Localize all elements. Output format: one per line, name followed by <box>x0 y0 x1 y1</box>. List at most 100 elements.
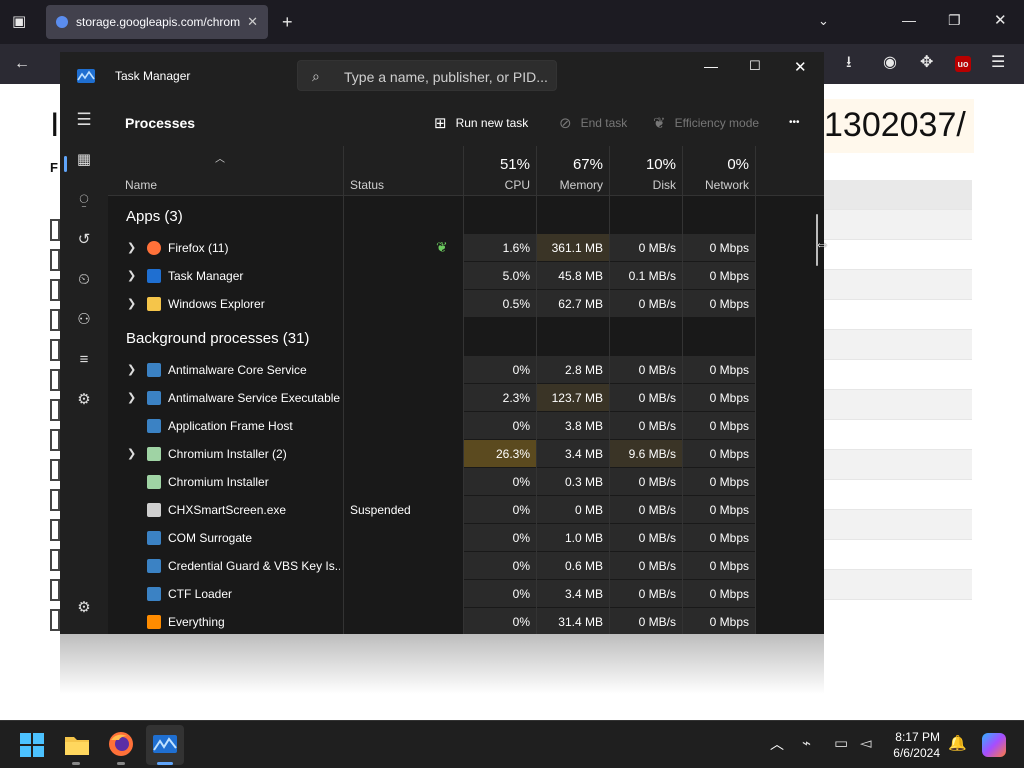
start-button[interactable] <box>20 733 44 757</box>
firefox-taskbar-icon[interactable] <box>108 731 134 757</box>
process-network: 0 Mbps <box>709 615 749 629</box>
ublock-icon[interactable]: uo <box>955 56 971 72</box>
cpu-percent: 51% <box>499 156 530 173</box>
disk-percent: 10% <box>645 156 676 173</box>
task-manager-titlebar[interactable]: Task Manager ⌕ Type a name, publisher, o… <box>60 52 824 98</box>
process-row[interactable]: Application Frame Host 0% 3.8 MB 0 MB/s 0 Mb… <box>108 412 816 440</box>
process-row[interactable]: Chromium Installer 0% 0.3 MB 0 MB/s 0 Mbps <box>108 468 816 496</box>
new-tab-button[interactable]: + <box>282 13 293 31</box>
page-file-icons <box>50 219 60 639</box>
users-nav-icon[interactable]: ⚇ <box>74 310 94 330</box>
page-heading-start: I <box>50 106 60 144</box>
column-memory[interactable]: Memory <box>537 178 603 192</box>
firefox-icon <box>147 241 161 255</box>
display-icon[interactable]: ▭ <box>834 731 848 757</box>
search-icon: ⌕ <box>312 68 320 84</box>
column-headers: ︿ Name Status 51% CPU 67% Memory 10% Dis… <box>108 146 824 196</box>
process-row[interactable]: CHXSmartScreen.exe Suspended 0% 0 MB 0 MB/s 0… <box>108 496 816 524</box>
process-name: Task Manager <box>168 269 244 283</box>
system-clock[interactable]: 8:17 PM 6/6/2024 <box>893 729 940 761</box>
search-input[interactable]: Type a name, publisher, or PID... <box>344 69 548 85</box>
process-row[interactable]: ❯ Task Manager 5.0% 45.8 MB 0.1 MB/s 0 Mbps <box>108 262 816 290</box>
process-disk: 0 MB/s <box>638 503 676 517</box>
column-network[interactable]: Network <box>683 178 749 192</box>
service-icon <box>147 419 161 433</box>
app-history-nav-icon[interactable]: ↺ <box>74 230 94 250</box>
tab-list-icon[interactable]: ▣ <box>12 14 26 29</box>
tab-close-icon[interactable]: ✕ <box>247 14 258 30</box>
app-menu-icon[interactable]: ☰ <box>991 55 1005 71</box>
extensions-icon[interactable]: ✥ <box>920 55 933 71</box>
minimize-button[interactable]: — <box>704 58 718 74</box>
close-button[interactable]: ✕ <box>794 58 807 76</box>
process-memory: 361.1 MB <box>551 241 603 255</box>
column-status[interactable]: Status <box>350 178 384 192</box>
page-heading: 1302037/ <box>824 106 966 144</box>
expand-chevron-icon[interactable]: ❯ <box>127 269 136 282</box>
process-network: 0 Mbps <box>709 269 749 283</box>
process-disk: 0.1 MB/s <box>628 269 676 283</box>
installer-icon <box>147 447 161 461</box>
process-row[interactable]: ❯ Chromium Installer (2) 26.3% 3.4 MB 9.6 MB… <box>108 440 816 468</box>
process-disk: 0 MB/s <box>638 297 676 311</box>
show-hidden-icons-chevron-icon[interactable]: ︿ <box>770 731 784 757</box>
network-disconnected-icon[interactable]: ⌁ <box>802 731 811 757</box>
network-percent: 0% <box>727 156 749 173</box>
process-row[interactable]: ❯ Windows Explorer 0.5% 62.7 MB 0 MB/s 0 Mbps <box>108 290 816 318</box>
process-memory: 1.0 MB <box>564 531 603 545</box>
column-cpu[interactable]: CPU <box>464 178 530 192</box>
process-row[interactable]: CTF Loader 0% 3.4 MB 0 MB/s 0 Mbps <box>108 580 816 608</box>
task-manager-app-icon <box>77 69 95 83</box>
services-nav-icon[interactable]: ⚙ <box>74 390 94 410</box>
expand-chevron-icon[interactable]: ❯ <box>127 241 136 254</box>
process-row[interactable]: ❯ Antimalware Service Executable 2.3% 123.7… <box>108 384 816 412</box>
file-explorer-taskbar-icon[interactable] <box>64 732 90 756</box>
expand-chevron-icon[interactable]: ❯ <box>127 297 136 310</box>
process-network: 0 Mbps <box>709 475 749 489</box>
expand-chevron-icon[interactable]: ❯ <box>127 363 136 376</box>
task-manager-taskbar-button[interactable] <box>146 725 184 765</box>
end-task-button[interactable]: ⊘ End task <box>559 114 627 132</box>
expand-chevron-icon[interactable]: ❯ <box>127 391 136 404</box>
notifications-bell-icon[interactable]: 🔔 <box>948 731 967 757</box>
processes-nav-icon[interactable]: ▦ <box>74 150 94 170</box>
details-nav-icon[interactable]: ≡ <box>74 350 94 370</box>
copilot-icon[interactable] <box>982 733 1006 757</box>
browser-restore-icon[interactable]: ❐ <box>948 13 961 27</box>
column-disk[interactable]: Disk <box>610 178 676 192</box>
back-arrow-icon[interactable]: ← <box>14 56 30 72</box>
process-network: 0 Mbps <box>709 241 749 255</box>
active-nav-indicator <box>64 156 67 172</box>
process-row[interactable]: ❯ Firefox (11) 1.6% 361.1 MB 0 MB/s 0 Mbps ❦ <box>108 234 816 262</box>
browser-close-icon[interactable]: ✕ <box>994 13 1007 28</box>
downloads-icon[interactable]: ⭳ <box>846 55 852 71</box>
memory-percent: 67% <box>572 156 603 173</box>
maximize-button[interactable]: ☐ <box>749 58 761 74</box>
startup-apps-nav-icon[interactable]: ⏲ <box>74 270 94 290</box>
tab-overflow-chevron-icon[interactable]: ⌄ <box>818 14 829 27</box>
run-new-task-button[interactable]: ⊞ Run new task <box>434 114 528 132</box>
volume-muted-icon[interactable]: ◅ <box>860 731 872 757</box>
efficiency-mode-button[interactable]: ❦ Efficiency mode <box>653 114 759 132</box>
process-row[interactable]: ❯ Antimalware Core Service 0% 2.8 MB 0 MB/s 0… <box>108 356 816 384</box>
process-row[interactable]: Credential Guard & VBS Key Is... 0% 0.6 MB… <box>108 552 816 580</box>
search-box[interactable]: ⌕ Type a name, publisher, or PID... <box>297 60 557 91</box>
efficiency-leaf-icon: ❦ <box>436 239 448 255</box>
process-memory: 3.4 MB <box>564 447 603 461</box>
account-icon[interactable]: ◉ <box>883 55 897 71</box>
hamburger-menu-icon[interactable]: ☰ <box>74 110 94 130</box>
browser-tab[interactable]: storage.googleapis.com/chrom ✕ <box>46 5 268 39</box>
expand-chevron-icon[interactable]: ❯ <box>127 447 136 460</box>
running-indicator <box>117 762 125 765</box>
process-row[interactable]: COM Surrogate 0% 1.0 MB 0 MB/s 0 Mbps <box>108 524 816 552</box>
page-label: F <box>50 160 58 175</box>
process-network: 0 Mbps <box>709 503 749 517</box>
settings-icon[interactable]: ⚙ <box>74 598 94 618</box>
more-options-button[interactable]: ••• <box>789 117 800 128</box>
column-name[interactable]: Name <box>125 178 157 192</box>
process-row[interactable]: Everything 0% 31.4 MB 0 MB/s 0 Mbps <box>108 608 816 634</box>
performance-nav-icon[interactable]: ⍜ <box>74 190 94 210</box>
browser-minimize-icon[interactable]: — <box>902 13 916 27</box>
process-network: 0 Mbps <box>709 297 749 311</box>
process-memory: 0.6 MB <box>564 559 603 573</box>
